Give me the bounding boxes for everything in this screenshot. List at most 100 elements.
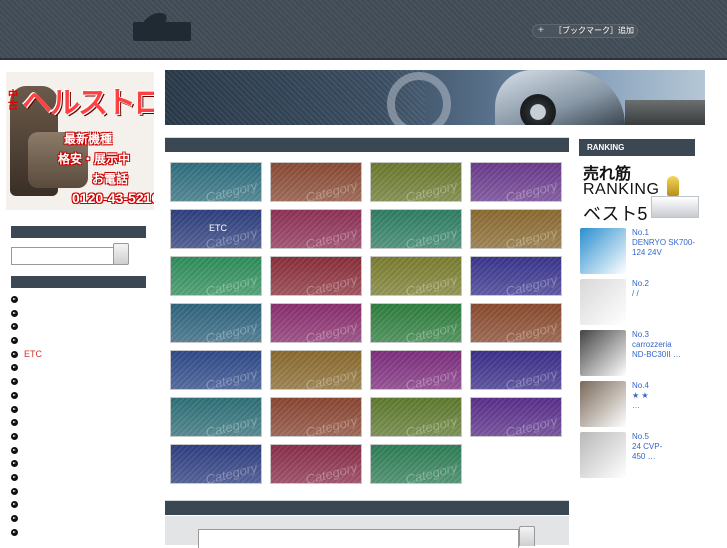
arrow-right-icon [11, 364, 18, 372]
category-tile[interactable]: Category [470, 162, 562, 202]
category-tile[interactable]: Category [270, 444, 362, 484]
arrow-right-icon [11, 432, 18, 440]
arrow-right-icon [11, 309, 18, 317]
ranking-item-text[interactable]: No.5 24 CVP- 450 … [632, 432, 702, 462]
arrow-right-icon [11, 501, 18, 509]
category-tile[interactable]: Category [370, 209, 462, 249]
sidebar-category-item[interactable] [11, 430, 42, 444]
hero-pattern [165, 70, 425, 125]
ranking-line2: ND-BC30II … [632, 350, 681, 359]
category-tile[interactable]: Category [170, 397, 262, 437]
sidebar-category-item[interactable] [11, 334, 42, 348]
hero-ring [387, 72, 451, 125]
category-tile[interactable]: Category [470, 256, 562, 296]
category-tile[interactable]: Category [170, 256, 262, 296]
arrow-right-icon [11, 515, 18, 522]
sidebar-search-button[interactable] [113, 243, 129, 265]
ranking-line1: / / [632, 289, 639, 298]
ranking-item[interactable]: No.2/ / [580, 279, 705, 325]
category-tile[interactable]: Category [170, 444, 262, 484]
sidebar-category-item[interactable] [11, 361, 42, 375]
bottom-section-header [165, 500, 569, 515]
ranking-no: No.4 [632, 381, 649, 390]
category-tile[interactable]: Category [370, 397, 462, 437]
sidebar-category-item[interactable] [11, 293, 42, 307]
podium-icon [651, 196, 699, 218]
trophy-icon [667, 176, 679, 196]
sidebar-category-item[interactable] [11, 389, 42, 403]
ranking-item-text[interactable]: No.3 carrozzeria ND-BC30II … [632, 330, 702, 360]
add-bookmark-button[interactable]: + ［ブックマーク］追加 [532, 24, 638, 38]
sidebar-category-label: ETC [24, 348, 42, 359]
ranking-item-text[interactable]: No.1 DENRYO SK700- 124 24V [632, 228, 702, 258]
category-tile[interactable]: Category [470, 209, 562, 249]
category-tile[interactable]: Category [370, 444, 462, 484]
ranking-no: No.5 [632, 432, 649, 441]
sidebar-category-item[interactable] [11, 512, 42, 526]
category-tile[interactable]: Category [270, 397, 362, 437]
category-tile[interactable]: Category [470, 303, 562, 343]
arrow-right-icon [11, 473, 18, 481]
sidebar-category-item[interactable] [11, 526, 42, 540]
product-thumbnail[interactable] [580, 330, 626, 376]
arrow-right-icon [11, 391, 18, 399]
ranking-item[interactable]: No.4 ★ ★… [580, 381, 705, 427]
ranking-item[interactable]: No.5 24 CVP- 450 … [580, 432, 705, 478]
search-section-header [11, 226, 146, 238]
category-list: ETC [11, 293, 42, 539]
sidebar-category-item[interactable]: ETC [11, 348, 42, 362]
ranking-item-text[interactable]: No.2/ / [632, 279, 702, 299]
ranking-item[interactable]: No.1 DENRYO SK700- 124 24V [580, 228, 705, 274]
category-tile[interactable]: Category [270, 350, 362, 390]
category-tile[interactable]: Category [170, 303, 262, 343]
sidebar-category-item[interactable] [11, 320, 42, 334]
promo-prefix: 中古 [8, 90, 18, 112]
sidebar-category-item[interactable] [11, 485, 42, 499]
sidebar-category-item[interactable] [11, 457, 42, 471]
category-tile[interactable]: Category [370, 303, 462, 343]
category-grid: Category Category Category Category Category… [168, 160, 568, 490]
sidebar-category-item[interactable] [11, 403, 42, 417]
bottom-search-input[interactable] [198, 529, 519, 548]
category-section-header [11, 276, 146, 288]
tile-label: ETC [209, 223, 227, 233]
ranking-item[interactable]: No.3 carrozzeria ND-BC30II … [580, 330, 705, 376]
ranking-line1: carrozzeria [632, 340, 672, 349]
sidebar-category-item[interactable] [11, 375, 42, 389]
product-thumbnail[interactable] [580, 279, 626, 325]
category-tile[interactable]: Category [270, 209, 362, 249]
arrow-right-icon [11, 337, 18, 345]
category-tile[interactable]: Category [170, 162, 262, 202]
sidebar-category-item[interactable] [11, 471, 42, 485]
category-tile[interactable]: Category [470, 397, 562, 437]
sidebar-category-item[interactable] [11, 498, 42, 512]
promo-banner[interactable]: 中古 ヘルストロン 最新機種 格安・展示中 お電話 0120-43-5216 [6, 72, 154, 210]
category-tile[interactable]: Category [270, 303, 362, 343]
product-thumbnail[interactable] [580, 381, 626, 427]
category-tile[interactable]: Category [170, 350, 262, 390]
product-thumbnail[interactable] [580, 432, 626, 478]
sidebar-category-item[interactable] [11, 444, 42, 458]
ranking-no: No.2 [632, 279, 649, 288]
promo-line-2: 格安・展示中 [58, 152, 131, 166]
arrow-right-icon [11, 405, 18, 413]
sidebar-category-item[interactable] [11, 307, 42, 321]
sidebar-category-item[interactable] [11, 416, 42, 430]
category-tile[interactable]: Category [270, 162, 362, 202]
arrow-right-icon [11, 378, 18, 386]
site-logo[interactable] [133, 22, 191, 41]
category-tile[interactable]: Category [470, 350, 562, 390]
product-thumbnail[interactable] [580, 228, 626, 274]
ranking-no: No.3 [632, 330, 649, 339]
ranking-banner[interactable]: 売れ筋 RANKING ベスト5 [579, 160, 705, 224]
category-tile[interactable]: Category [370, 350, 462, 390]
category-grid-header [165, 137, 569, 152]
bottom-search-button[interactable] [519, 526, 535, 546]
category-tile[interactable]: Category [270, 256, 362, 296]
category-tile[interactable]: Category [370, 256, 462, 296]
category-tile[interactable]: Category [370, 162, 462, 202]
hero-wheel [520, 94, 556, 125]
sidebar-search-input[interactable] [11, 247, 114, 265]
ranking-item-text[interactable]: No.4 ★ ★… [632, 381, 702, 411]
category-tile[interactable]: Category ETC [170, 209, 262, 249]
